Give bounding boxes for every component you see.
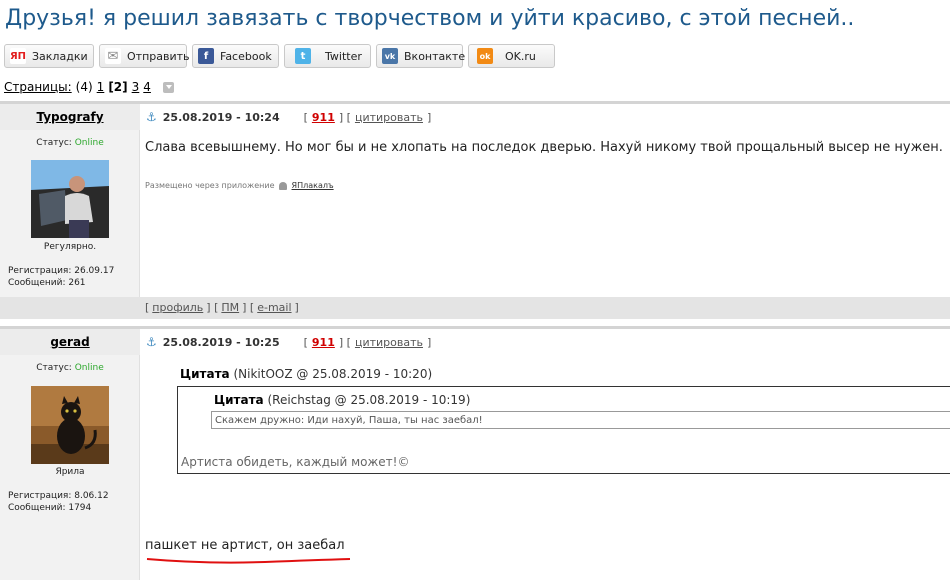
cite-link[interactable]: цитировать (355, 111, 423, 124)
post-meta: ⚓ 25.08.2019 - 10:24 [ 911 ] [ цитироват… (146, 110, 431, 124)
pipe-separator: ] [ (338, 335, 351, 349)
bracket-close: ] (426, 335, 432, 349)
nick-cell: gerad (0, 329, 140, 355)
facebook-button[interactable]: f Facebook (192, 44, 279, 68)
profile-link[interactable]: профиль (152, 301, 203, 314)
user-title: Ярила (55, 467, 85, 477)
nested-quote-header: Цитата (Reichstag @ 25.08.2019 - 10:19) (214, 393, 470, 407)
android-icon (278, 181, 287, 190)
post-rating[interactable]: 911 (312, 336, 335, 349)
twitter-button[interactable]: t Twitter (284, 44, 371, 68)
vk-button[interactable]: vk Вконтакте (376, 44, 466, 68)
post-header: gerad ⚓ 25.08.2019 - 10:25 [ 911 ] [ цит… (0, 329, 950, 355)
via-app-link[interactable]: ЯПлакалъ (292, 181, 334, 190)
user-msg-count: Сообщений: 1794 (8, 503, 92, 513)
page-1-link[interactable]: 1 (97, 80, 105, 94)
avatar[interactable] (31, 386, 109, 464)
quote-header: Цитата (NikitOOZ @ 25.08.2019 - 10:20) (180, 367, 432, 381)
email-link[interactable]: e-mail (257, 301, 291, 314)
user-reg: Регистрация: 26.09.17 Сообщений: 261 (8, 265, 114, 289)
anchor-icon[interactable]: ⚓ (146, 110, 157, 124)
vk-icon: vk (382, 48, 398, 64)
posted-via: Размещено через приложение ЯПлакалъ (145, 181, 334, 190)
quote-label: Цитата (180, 367, 230, 381)
pages-link[interactable]: Страницы: (4, 80, 72, 94)
post-footer-links: [профиль] [ПМ] [e-mail] (145, 301, 299, 314)
vk-label: Вконтакте (404, 49, 466, 63)
send-button[interactable]: ✉ Отправить (99, 44, 190, 68)
odnoklassniki-icon: ok (477, 48, 493, 64)
user-reg-date: Регистрация: 8.06.12 (8, 491, 109, 501)
pm-link[interactable]: ПМ (221, 301, 239, 314)
quote-author: (NikitOOZ @ 25.08.2019 - 10:20) (233, 367, 433, 381)
user-title: Регулярно. (43, 242, 97, 252)
bookmark-button[interactable]: ЯП Закладки (4, 44, 94, 68)
pagination: Страницы: (4) 1 [2] 3 4 (4, 80, 174, 94)
page-4-link[interactable]: 4 (143, 80, 151, 94)
post-rating[interactable]: 911 (312, 111, 335, 124)
user-status: Статус: Online (0, 363, 140, 373)
topic-title: Друзья! я решил завязать с творчеством и… (5, 6, 855, 31)
envelope-icon: ✉ (105, 48, 121, 64)
page-current: [2] (108, 80, 128, 94)
twitter-label: Twitter (325, 49, 362, 63)
user-reg-date: Регистрация: 26.09.17 (8, 266, 115, 276)
quote-text: Артиста обидеть, каждый может!© (181, 455, 410, 469)
nested-quote-label: Цитата (214, 393, 264, 407)
status-label: Статус: (36, 363, 72, 373)
post-text: пашкет не артист, он заебал (145, 538, 345, 553)
pages-dropdown-icon[interactable] (162, 81, 174, 93)
facebook-icon: f (198, 48, 214, 64)
share-bar: ЯП Закладки ✉ Отправить f Facebook t Twi… (4, 44, 555, 68)
yaplakal-icon: ЯП (10, 48, 26, 64)
anchor-icon[interactable]: ⚓ (146, 335, 157, 349)
pipe-separator: ] [ (338, 110, 351, 124)
ok-button[interactable]: ok OK.ru (468, 44, 555, 68)
bracket-open: [ (303, 335, 308, 349)
post-text: Слава всевышнему. Но мог бы и не хлопать… (145, 140, 943, 155)
user-status: Статус: Online (0, 138, 140, 148)
status-online: Online (74, 363, 104, 373)
post-date: 25.08.2019 - 10:24 (162, 110, 280, 124)
nested-quote-text: Скажем дружно: Иди нахуй, Паша, ты нас з… (211, 411, 950, 429)
bracket-close: ] (426, 110, 432, 124)
user-msg-count: Сообщений: 261 (8, 278, 86, 288)
nested-quote-author: (Reichstag @ 25.08.2019 - 10:19) (267, 393, 471, 407)
user-reg: Регистрация: 8.06.12 Сообщений: 1794 (8, 490, 109, 514)
red-underline-mark (146, 558, 351, 564)
status-online: Online (74, 138, 104, 148)
via-label: Размещено через приложение (145, 181, 275, 190)
cite-link[interactable]: цитировать (355, 336, 423, 349)
post-header: Typografy ⚓ 25.08.2019 - 10:24 [ 911 ] [… (0, 104, 950, 130)
bookmark-label: Закладки (32, 49, 88, 63)
post-date: 25.08.2019 - 10:25 (162, 335, 280, 349)
ok-label: OK.ru (505, 49, 536, 63)
pages-count: (4) (75, 80, 93, 94)
author-nick[interactable]: gerad (50, 335, 89, 349)
facebook-label: Facebook (220, 49, 272, 63)
status-label: Статус: (36, 138, 72, 148)
post-footer: [профиль] [ПМ] [e-mail] (0, 297, 950, 319)
page-3-link[interactable]: 3 (132, 80, 140, 94)
avatar[interactable] (31, 160, 109, 238)
post-meta: ⚓ 25.08.2019 - 10:25 [ 911 ] [ цитироват… (146, 335, 431, 349)
nick-cell: Typografy (0, 104, 140, 130)
bracket-open: [ (303, 110, 308, 124)
send-label: Отправить (127, 49, 190, 63)
author-nick[interactable]: Typografy (36, 110, 103, 124)
twitter-icon: t (295, 48, 311, 64)
